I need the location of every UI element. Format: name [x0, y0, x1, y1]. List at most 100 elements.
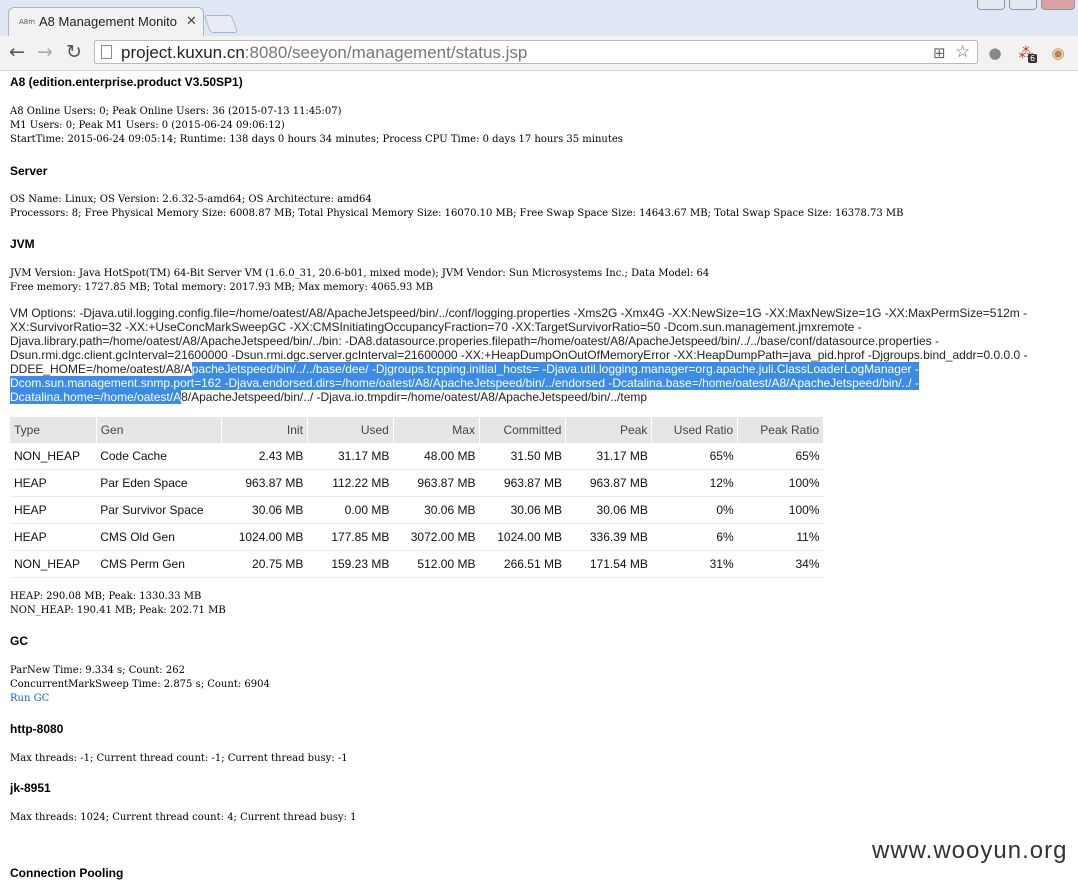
jvm-version-line: JVM Version: Java HotSpot(TM) 64-Bit Ser…: [10, 268, 710, 279]
used-ratio-cell: 6%: [651, 523, 738, 551]
back-arrow-icon[interactable]: ←: [5, 40, 29, 64]
type-cell: NON_HEAP: [10, 550, 97, 578]
vm-options-tail: 8/ApacheJetspeed/bin/../ -Djava.io.tmpdi…: [181, 390, 648, 404]
column-header: Committed: [479, 417, 567, 443]
http-threads-line: Max threads: -1; Current thread count: -…: [10, 753, 348, 764]
column-header: Type: [10, 417, 97, 443]
init-cell: 20.75 MB: [221, 550, 308, 578]
minimize-button[interactable]: [977, 0, 1005, 10]
column-header: Used Ratio: [651, 417, 739, 443]
runtime-line: StartTime: 2015-06-24 09:05:14; Runtime:…: [10, 134, 623, 145]
extension-badge: 6: [1028, 54, 1038, 63]
committed-cell: 1024.00 MB: [479, 523, 566, 551]
column-header: Peak Ratio: [737, 417, 824, 443]
peak-cell: 171.54 MB: [565, 550, 652, 578]
connection-pooling-heading: Connection Pooling: [10, 866, 124, 880]
committed-cell: 31.50 MB: [479, 443, 566, 470]
init-cell: 30.06 MB: [221, 496, 308, 524]
jvm-heading: JVM: [10, 237, 35, 251]
table-row: NON_HEAP Code Cache 2.43 MB 31.17 MB 48.…: [10, 443, 824, 470]
maximize-button[interactable]: [1009, 0, 1037, 10]
type-cell: HEAP: [10, 469, 97, 497]
gc-parnew-line: ParNew Time: 9.334 s; Count: 262: [10, 665, 185, 676]
peak-ratio-cell: 65%: [737, 443, 824, 470]
max-cell: 48.00 MB: [393, 443, 480, 470]
used-cell: 112.22 MB: [307, 469, 394, 497]
tab-strip: A8m A8 Management Monito ✕: [0, 0, 1078, 36]
column-header: Gen: [96, 417, 222, 443]
type-cell: HEAP: [10, 496, 97, 524]
page-icon: [101, 45, 112, 59]
table-row: HEAP CMS Old Gen 1024.00 MB 177.85 MB 30…: [10, 523, 824, 551]
used-ratio-cell: 0%: [651, 496, 738, 524]
table-row: NON_HEAP CMS Perm Gen 20.75 MB 159.23 MB…: [10, 550, 824, 578]
browser-toolbar: ← → ↻ project.kuxun.cn:8080/seeyon/manag…: [0, 36, 1078, 71]
peak-ratio-cell: 11%: [737, 523, 824, 551]
init-cell: 963.87 MB: [221, 469, 308, 497]
tab-close-icon[interactable]: ✕: [186, 13, 197, 29]
peak-cell: 336.39 MB: [565, 523, 652, 551]
nonheap-summary-line: NON_HEAP: 190.41 MB; Peak: 202.71 MB: [10, 605, 226, 616]
peak-cell: 30.06 MB: [565, 496, 652, 524]
reload-icon[interactable]: ↻: [62, 40, 86, 64]
column-header: Peak: [565, 417, 653, 443]
memory-info-line: Processors: 8; Free Physical Memory Size…: [10, 208, 904, 219]
peak-ratio-cell: 100%: [737, 469, 824, 497]
used-cell: 0.00 MB: [307, 496, 394, 524]
forward-arrow-icon[interactable]: →: [33, 40, 57, 64]
m1-users-line: M1 Users: 0; Peak M1 Users: 0 (2015-06-2…: [10, 120, 285, 131]
committed-cell: 963.87 MB: [479, 469, 566, 497]
page-favicon-icon: A8m: [19, 18, 36, 26]
tab-title: A8 Management Monito: [39, 14, 178, 29]
new-tab-button[interactable]: [203, 15, 239, 33]
used-ratio-cell: 31%: [651, 550, 738, 578]
max-cell: 512.00 MB: [393, 550, 480, 578]
gen-cell: Par Survivor Space: [96, 496, 222, 524]
jk-threads-line: Max threads: 1024; Current thread count:…: [10, 812, 357, 823]
table-header-row: Type Gen Init Used Max Committed Peak Us…: [10, 417, 824, 443]
browser-tab[interactable]: A8m A8 Management Monito ✕: [8, 7, 204, 36]
gen-cell: CMS Old Gen: [96, 523, 222, 551]
max-cell: 963.87 MB: [393, 469, 480, 497]
max-cell: 30.06 MB: [393, 496, 480, 524]
extension-circle-icon[interactable]: ●: [985, 43, 1005, 63]
gc-cms-line: ConcurrentMarkSweep Time: 2.875 s; Count…: [10, 679, 270, 690]
gc-heading: GC: [10, 634, 28, 648]
jk-connector-heading: jk-8951: [10, 781, 51, 795]
max-cell: 3072.00 MB: [393, 523, 480, 551]
committed-cell: 30.06 MB: [479, 496, 566, 524]
memory-pool-table: Type Gen Init Used Max Committed Peak Us…: [10, 417, 824, 578]
used-ratio-cell: 12%: [651, 469, 738, 497]
heap-summary-line: HEAP: 290.08 MB; Peak: 1330.33 MB: [10, 591, 202, 602]
online-users-line: A8 Online Users: 0; Peak Online Users: 3…: [10, 106, 342, 117]
translate-icon[interactable]: ⊞: [933, 44, 946, 62]
cookie-icon[interactable]: ◉: [1048, 43, 1068, 63]
extension-network-icon[interactable]: ⁂ 6: [1016, 43, 1038, 63]
product-title: A8 (edition.enterprise.product V3.50SP1): [10, 75, 243, 89]
used-ratio-cell: 65%: [651, 443, 738, 470]
type-cell: NON_HEAP: [10, 443, 97, 470]
used-cell: 159.23 MB: [307, 550, 394, 578]
column-header: Init: [221, 417, 308, 443]
table-row: HEAP Par Eden Space 963.87 MB 112.22 MB …: [10, 469, 824, 497]
used-cell: 31.17 MB: [307, 443, 394, 470]
init-cell: 2.43 MB: [221, 443, 308, 470]
used-cell: 177.85 MB: [307, 523, 394, 551]
window-close-button[interactable]: [1041, 0, 1075, 10]
url-text[interactable]: project.kuxun.cn:8080/seeyon/management/…: [121, 43, 527, 63]
table-row: HEAP Par Survivor Space 30.06 MB 0.00 MB…: [10, 496, 824, 524]
server-heading: Server: [10, 164, 48, 178]
type-cell: HEAP: [10, 523, 97, 551]
bookmark-star-icon[interactable]: ☆: [955, 42, 970, 62]
init-cell: 1024.00 MB: [221, 523, 308, 551]
gen-cell: Code Cache: [96, 443, 222, 470]
peak-ratio-cell: 34%: [737, 550, 824, 578]
os-info-line: OS Name: Linux; OS Version: 2.6.32-5-amd…: [10, 194, 372, 205]
vm-options: VM Options: -Djava.util.logging.config.f…: [10, 306, 1078, 404]
column-header: Max: [393, 417, 480, 443]
address-bar[interactable]: project.kuxun.cn:8080/seeyon/management/…: [94, 40, 978, 64]
run-gc-link[interactable]: Run GC: [10, 693, 49, 704]
gen-cell: CMS Perm Gen: [96, 550, 222, 578]
peak-cell: 31.17 MB: [565, 443, 652, 470]
http-connector-heading: http-8080: [10, 722, 64, 736]
